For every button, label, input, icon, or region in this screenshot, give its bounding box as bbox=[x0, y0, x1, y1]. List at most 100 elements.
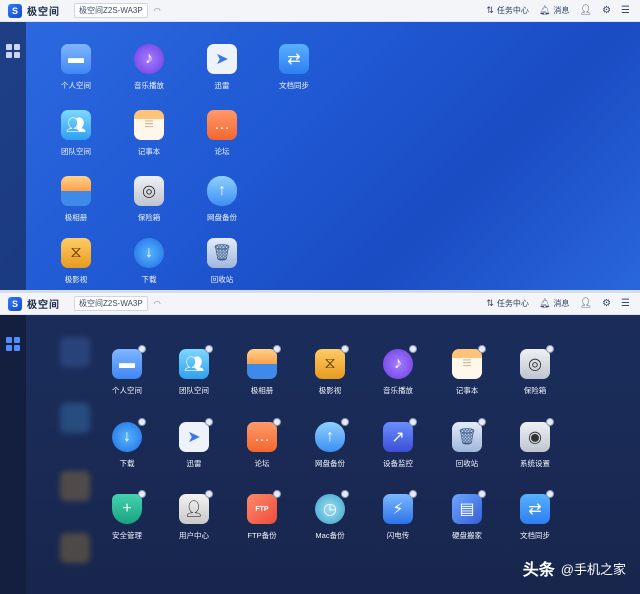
app-download[interactable]: ↓ 下载 bbox=[97, 418, 157, 469]
bell-icon: 🔔︎ bbox=[538, 5, 551, 15]
app-forum[interactable]: … 论坛 bbox=[232, 418, 292, 469]
messages-button[interactable]: 🔔︎ 消息 bbox=[539, 298, 569, 309]
trash-icon: 🗑︎ bbox=[452, 418, 486, 452]
app-label: 个人空间 bbox=[112, 386, 142, 395]
gear-icon[interactable]: ⚙ bbox=[602, 298, 611, 309]
apps-grid-icon[interactable] bbox=[6, 337, 20, 351]
app-xunlei[interactable]: ➤ 迅雷 bbox=[164, 418, 224, 469]
xunlei-bird-icon: ➤ bbox=[179, 418, 213, 452]
status-badge bbox=[546, 418, 554, 426]
device-name[interactable]: 极空间Z2S-WA3P bbox=[74, 3, 148, 18]
apps-grid-icon[interactable] bbox=[6, 44, 20, 58]
app-label: 硬盘搬家 bbox=[452, 531, 482, 540]
app-download[interactable]: ↓ 下载 bbox=[119, 238, 179, 285]
app-cloud-backup[interactable]: ↑ 网盘备份 bbox=[300, 418, 360, 469]
app-personal-space[interactable]: ▬ 个人空间 bbox=[46, 44, 106, 91]
logo-icon: S bbox=[8, 3, 22, 18]
status-badge bbox=[478, 345, 486, 353]
app-label: 极相册 bbox=[250, 386, 274, 395]
app-label: 设备监控 bbox=[383, 459, 413, 468]
app-photo-album[interactable]: 极相册 bbox=[232, 345, 292, 396]
app-team-space[interactable]: 👥︎ 团队空间 bbox=[46, 110, 106, 157]
app-notepad[interactable]: ≡ 记事本 bbox=[119, 110, 179, 157]
app-personal-space[interactable]: ▬ 个人空间 bbox=[97, 345, 157, 396]
app-lightning-transfer[interactable]: ⚡︎ 闪电传 bbox=[368, 490, 428, 541]
menu-icon[interactable]: ☰ bbox=[621, 5, 630, 16]
watermark: 头条 @手机之家 bbox=[523, 556, 626, 580]
task-center-label: 任务中心 bbox=[496, 299, 529, 308]
app-label: 保险箱 bbox=[523, 386, 547, 395]
app-label: 下载 bbox=[141, 275, 157, 284]
menu-icon[interactable]: ☰ bbox=[621, 298, 630, 309]
device-name[interactable]: 极空间Z2S-WA3P bbox=[74, 296, 148, 311]
music-icon: ♪ bbox=[134, 44, 164, 74]
user-icon[interactable]: 👤︎ bbox=[579, 298, 592, 309]
app-music[interactable]: ♪ 音乐播放 bbox=[368, 345, 428, 396]
status-badge bbox=[138, 345, 146, 353]
status-badge bbox=[546, 490, 554, 498]
app-label: 音乐播放 bbox=[134, 81, 164, 90]
app-mac-backup[interactable]: ◷ Mac备份 bbox=[300, 490, 360, 541]
app-xunlei[interactable]: ➤ 迅雷 bbox=[192, 44, 252, 91]
logo-text: 极空间 bbox=[27, 7, 60, 18]
time-machine-icon: ◷ bbox=[315, 490, 349, 524]
settings-icon: ◉ bbox=[520, 418, 554, 452]
sync-document-icon: ⇄ bbox=[279, 44, 309, 74]
task-center-button[interactable]: ⇅ 任务中心 bbox=[486, 298, 529, 309]
app-team-space[interactable]: 👥︎ 团队空间 bbox=[164, 345, 224, 396]
app-label: 回收站 bbox=[210, 275, 234, 284]
trash-icon: 🗑︎ bbox=[207, 238, 237, 268]
app-cloud-backup[interactable]: ↑ 网盘备份 bbox=[192, 176, 252, 223]
notepad-icon: ≡ bbox=[452, 345, 486, 379]
app-doc-sync[interactable]: ⇄ 文档同步 bbox=[264, 44, 324, 91]
app-device-monitor[interactable]: ↗ 设备监控 bbox=[368, 418, 428, 469]
task-center-label: 任务中心 bbox=[496, 6, 529, 15]
status-badge bbox=[409, 345, 417, 353]
app-photo-album[interactable]: 极相册 bbox=[46, 176, 106, 223]
app-forum[interactable]: … 论坛 bbox=[192, 110, 252, 157]
task-icon: ⇅ bbox=[486, 298, 494, 308]
app-trash[interactable]: 🗑︎ 回收站 bbox=[192, 238, 252, 285]
status-badge bbox=[478, 418, 486, 426]
wifi-icon: ◠ bbox=[153, 299, 161, 308]
app-ftp-backup[interactable]: FTP FTP备份 bbox=[232, 490, 292, 541]
app-trash[interactable]: 🗑︎ 回收站 bbox=[437, 418, 497, 469]
app-label: 安全管理 bbox=[112, 531, 142, 540]
task-icon: ⇅ bbox=[486, 5, 494, 15]
app-user-center[interactable]: 👤︎ 用户中心 bbox=[164, 490, 224, 541]
disk-move-icon: ▤ bbox=[452, 490, 486, 524]
desktop-screenshot-top: S 极空间 极空间Z2S-WA3P ◠ ⇅ 任务中心 🔔︎ 消息 👤︎ ⚙ ☰ … bbox=[0, 0, 640, 290]
team-folder-icon: 👥︎ bbox=[179, 345, 213, 379]
app-label: 记事本 bbox=[137, 147, 161, 156]
app-doc-sync[interactable]: ⇄ 文档同步 bbox=[505, 490, 565, 541]
gear-icon[interactable]: ⚙ bbox=[602, 5, 611, 16]
status-badge bbox=[409, 418, 417, 426]
app-label: 闪电传 bbox=[386, 531, 410, 540]
forum-chat-icon: … bbox=[247, 418, 281, 452]
logo-text: 极空间 bbox=[27, 300, 60, 311]
bell-icon: 🔔︎ bbox=[538, 298, 551, 308]
app-system-settings[interactable]: ◉ 系统设置 bbox=[505, 418, 565, 469]
title-bar: S 极空间 极空间Z2S-WA3P ◠ ⇅ 任务中心 🔔︎ 消息 👤︎ ⚙ ☰ bbox=[0, 0, 640, 22]
app-safe-box[interactable]: ◎ 保险箱 bbox=[119, 176, 179, 223]
app-label: 文档同步 bbox=[279, 81, 309, 90]
status-badge bbox=[409, 490, 417, 498]
app-notepad[interactable]: ≡ 记事本 bbox=[437, 345, 497, 396]
status-badge bbox=[273, 490, 281, 498]
user-center-icon: 👤︎ bbox=[179, 490, 213, 524]
team-folder-icon: 👥︎ bbox=[61, 110, 91, 140]
user-icon[interactable]: 👤︎ bbox=[579, 5, 592, 16]
music-icon: ♪ bbox=[383, 345, 417, 379]
task-center-button[interactable]: ⇅ 任务中心 bbox=[486, 5, 529, 16]
app-label: 系统设置 bbox=[520, 459, 550, 468]
app-disk-move[interactable]: ▤ 硬盘搬家 bbox=[437, 490, 497, 541]
app-music[interactable]: ♪ 音乐播放 bbox=[119, 44, 179, 91]
app-safe-box[interactable]: ◎ 保险箱 bbox=[505, 345, 565, 396]
app-video[interactable]: ⧖ 极影视 bbox=[300, 345, 360, 396]
status-badge bbox=[478, 490, 486, 498]
status-badge bbox=[273, 345, 281, 353]
messages-button[interactable]: 🔔︎ 消息 bbox=[539, 5, 569, 16]
app-security[interactable]: + 安全管理 bbox=[97, 490, 157, 541]
app-video[interactable]: ⧖ 极影视 bbox=[46, 238, 106, 285]
status-badge bbox=[205, 490, 213, 498]
